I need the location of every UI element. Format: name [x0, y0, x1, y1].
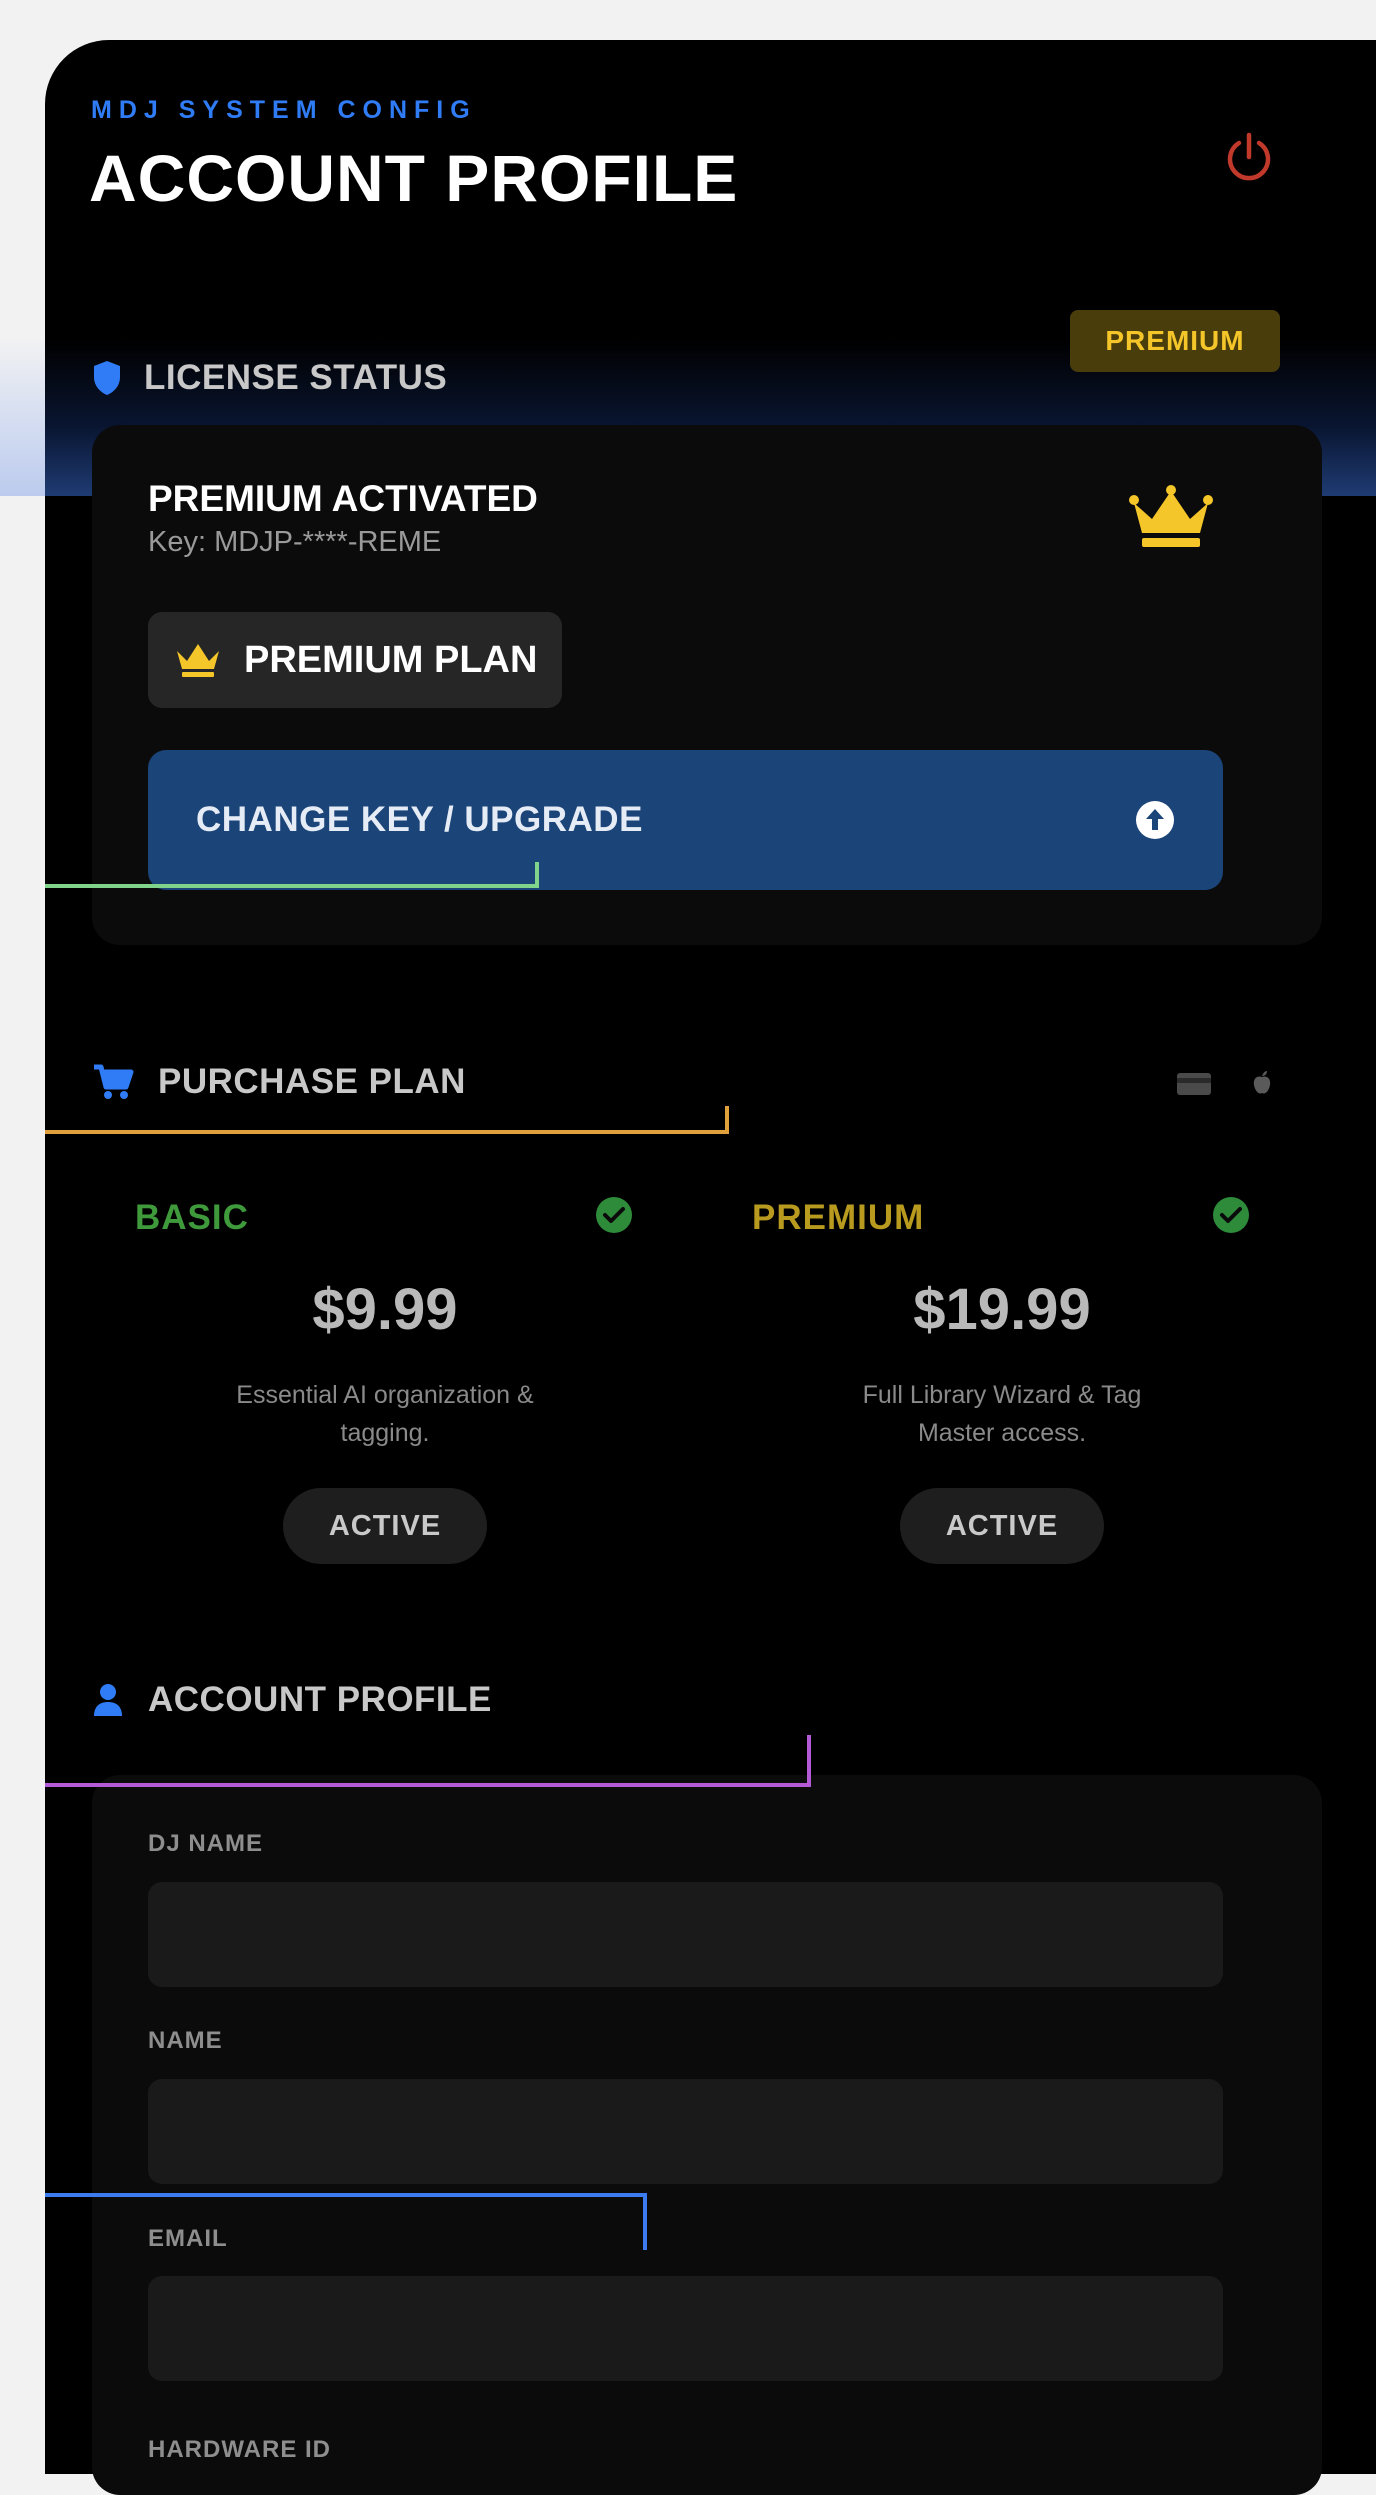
- guide-line-orange: [45, 1106, 729, 1134]
- guide-line-purple: [45, 1735, 811, 1787]
- guide-line-green: [45, 862, 539, 888]
- annotation-lines: [45, 862, 811, 2250]
- guide-line-blue: [45, 2193, 647, 2250]
